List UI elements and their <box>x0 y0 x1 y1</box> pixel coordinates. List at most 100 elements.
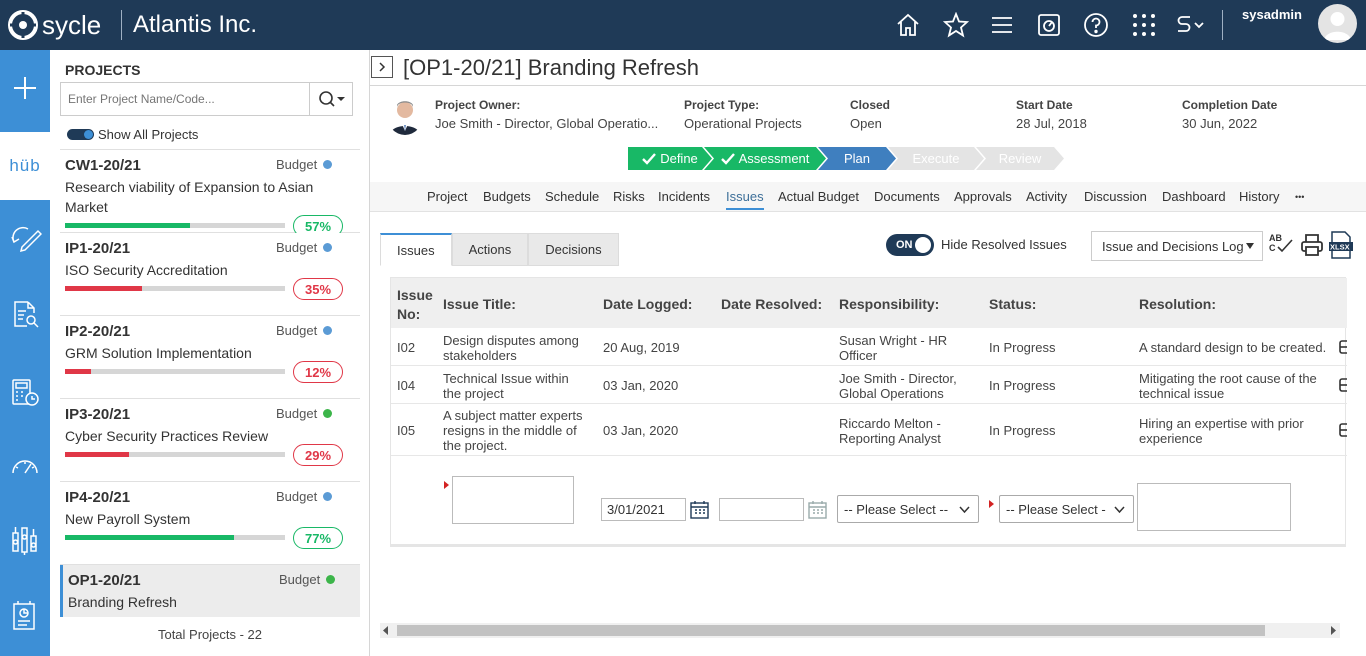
scrollbar-thumb[interactable] <box>397 625 1265 636</box>
add-icon[interactable] <box>0 60 50 116</box>
status-select[interactable]: -- Please Select - <box>999 495 1134 523</box>
sycle-logo-icon <box>8 10 38 40</box>
edit-cycle-icon[interactable] <box>0 210 50 266</box>
tab-risks[interactable]: Risks <box>613 189 645 204</box>
tab-activity[interactable]: Activity <box>1026 189 1067 204</box>
status-select-value: -- Please Select - <box>1006 501 1106 517</box>
issue-title: Design disputes among stakeholders <box>443 333 579 363</box>
tab-budgets[interactable]: Budgets <box>483 189 531 204</box>
horizontal-scrollbar[interactable] <box>380 623 1340 638</box>
show-all-toggle[interactable] <box>67 129 94 140</box>
project-card[interactable]: IP2-20/21 Budget GRM Solution Implementa… <box>60 316 360 399</box>
tab-approvals[interactable]: Approvals <box>954 189 1012 204</box>
search-button[interactable] <box>309 83 353 115</box>
scroll-right-icon[interactable] <box>1331 626 1337 635</box>
tab-documents[interactable]: Documents <box>874 189 940 204</box>
responsibility-select[interactable]: -- Please Select -- <box>837 495 979 523</box>
project-card[interactable]: IP3-20/21 Budget Cyber Security Practice… <box>60 399 360 482</box>
closed-value: Open <box>850 116 882 131</box>
project-search-input[interactable] <box>61 83 301 115</box>
project-search <box>60 82 353 116</box>
new-date-logged-input[interactable]: 3/01/2021 <box>601 498 686 521</box>
logo-text: sycle <box>42 9 102 40</box>
row-actions-icon[interactable] <box>1339 339 1347 355</box>
subtab-actions[interactable]: Actions <box>451 233 529 266</box>
user-name[interactable]: sysadmin <box>1242 7 1302 22</box>
stage-plan[interactable]: Plan <box>818 147 896 170</box>
resolution: Hiring an expertise with prior experienc… <box>1139 416 1304 446</box>
expand-panel-button[interactable] <box>371 56 393 78</box>
help-icon[interactable] <box>1082 11 1110 39</box>
project-code: IP3-20/21 <box>65 406 131 423</box>
new-issue-title-input[interactable] <box>452 476 574 524</box>
scroll-left-icon[interactable] <box>383 626 389 635</box>
required-marker <box>989 500 994 508</box>
dashboard-icon[interactable] <box>1035 11 1063 39</box>
tab-schedule[interactable]: Schedule <box>545 189 599 204</box>
issue-title: Technical Issue within the project <box>443 371 569 401</box>
star-icon[interactable] <box>942 11 970 39</box>
table-row[interactable]: I05 A subject matter experts resigns in … <box>391 404 1347 456</box>
calendar-icon[interactable] <box>808 500 827 519</box>
tab-project[interactable]: Project <box>427 189 467 204</box>
hide-resolved-toggle[interactable]: ON <box>886 234 934 256</box>
print-icon[interactable] <box>1300 233 1324 260</box>
stage-label: Define <box>660 151 698 166</box>
progress-percent: 77% <box>293 527 343 549</box>
calendar-icon[interactable] <box>690 500 709 519</box>
project-card[interactable]: IP4-20/21 Budget New Payroll System 77% <box>60 482 360 565</box>
table-row[interactable]: I04 Technical Issue within the project 0… <box>391 366 1347 404</box>
log-type-select[interactable]: Issue and Decisions Log <box>1091 231 1263 261</box>
switch-dropdown-icon[interactable] <box>1175 11 1207 39</box>
sycle-logo[interactable]: sycle <box>6 8 101 42</box>
svg-text:C: C <box>1269 243 1276 253</box>
tab-actual-budget[interactable]: Actual Budget <box>778 189 859 204</box>
stage-define[interactable]: Define <box>628 147 712 170</box>
menu-icon[interactable] <box>988 11 1016 39</box>
table-row[interactable]: I02 Design disputes among stakeholders 2… <box>391 328 1347 366</box>
tab-issues[interactable]: Issues <box>726 189 764 210</box>
document-search-icon[interactable] <box>0 286 50 342</box>
project-card[interactable]: CW1-20/21 Budget Research viability of E… <box>60 150 360 237</box>
resolution: A standard design to be created. <box>1139 340 1327 355</box>
stage-review[interactable]: Review <box>976 147 1064 170</box>
excel-export-icon[interactable]: XLSX <box>1329 231 1353 262</box>
new-resolution-input[interactable] <box>1137 483 1291 531</box>
divider <box>121 10 122 40</box>
row-actions-icon[interactable] <box>1339 377 1347 393</box>
progress-bar <box>65 452 285 457</box>
tab-discussion[interactable]: Discussion <box>1084 189 1147 204</box>
stage-assessment[interactable]: Assessment <box>704 147 826 170</box>
project-card-selected[interactable]: OP1-20/21 Budget Branding Refresh <box>60 565 360 617</box>
new-date-resolved-input[interactable] <box>719 498 804 521</box>
progress-bar <box>65 369 285 374</box>
status: In Progress <box>989 423 1056 438</box>
gauge-icon[interactable] <box>0 440 50 496</box>
stage-execute[interactable]: Execute <box>888 147 984 170</box>
owner-photo <box>387 97 423 135</box>
spell-check-icon[interactable]: AB C <box>1268 231 1294 260</box>
sliders-icon[interactable] <box>0 512 50 568</box>
subtab-decisions[interactable]: Decisions <box>528 233 619 266</box>
status: In Progress <box>989 378 1056 393</box>
row-actions-icon[interactable] <box>1339 422 1347 438</box>
tab-dashboard[interactable]: Dashboard <box>1162 189 1226 204</box>
project-name: Cyber Security Practices Review <box>65 428 269 444</box>
date-logged: 20 Aug, 2019 <box>603 340 680 355</box>
calculator-clock-icon[interactable] <box>0 364 50 420</box>
subtab-issues[interactable]: Issues <box>380 233 452 266</box>
issue-no: I02 <box>397 340 416 355</box>
apps-grid-icon[interactable] <box>1130 11 1158 39</box>
user-avatar[interactable] <box>1318 4 1357 43</box>
required-marker <box>444 481 449 489</box>
issues-table: Issue No: Issue Title: Date Logged: Date… <box>390 277 1347 547</box>
tab-incidents[interactable]: Incidents <box>658 189 710 204</box>
hub-tab[interactable]: hüb <box>0 132 50 200</box>
report-icon[interactable] <box>0 588 50 644</box>
more-tabs-icon[interactable]: ••• <box>1295 192 1304 202</box>
date-logged: 03 Jan, 2020 <box>603 378 679 393</box>
completion-date-value: 30 Jun, 2022 <box>1182 116 1258 131</box>
project-card[interactable]: IP1-20/21 Budget ISO Security Accreditat… <box>60 233 360 316</box>
home-icon[interactable] <box>894 11 922 39</box>
tab-history[interactable]: History <box>1239 189 1279 204</box>
